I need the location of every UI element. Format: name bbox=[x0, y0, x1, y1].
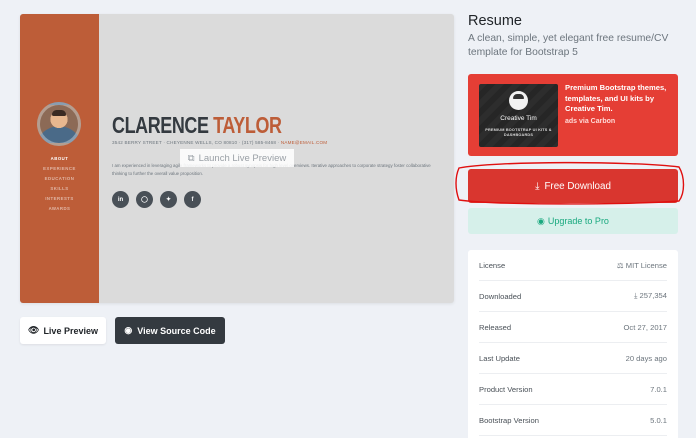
view-source-label: View Source Code bbox=[137, 325, 216, 336]
view-source-button[interactable]: ◉ View Source Code bbox=[115, 317, 225, 344]
stat-label: Last Update bbox=[479, 353, 520, 363]
stat-row-bootstrap-version: Bootstrap Version 5.0.1 bbox=[479, 405, 667, 436]
stat-value: 5.0.1 bbox=[650, 415, 667, 425]
stat-row-product-version: Product Version 7.0.1 bbox=[479, 374, 667, 405]
stat-label: Downloaded bbox=[479, 291, 522, 301]
stat-row-downloaded: Downloaded ⤓ 257,354 bbox=[479, 281, 667, 312]
eye-icon: 👁 bbox=[28, 325, 40, 335]
free-download-button[interactable]: ⤓ Free Download bbox=[468, 169, 678, 203]
external-link-icon: ⧉ bbox=[187, 152, 195, 164]
preview-nav: ABOUT EXPERIENCE EDUCATION SKILLS INTERE… bbox=[20, 154, 99, 214]
upgrade-to-pro-button[interactable]: ◉ Upgrade to Pro bbox=[468, 208, 678, 234]
github-icon: ◉ bbox=[124, 325, 133, 335]
stat-label: Released bbox=[479, 322, 512, 332]
live-preview-label: Live Preview bbox=[43, 325, 98, 336]
ad-text[interactable]: Premium Bootstrap themes, templates, and… bbox=[565, 83, 671, 115]
page-title: Resume bbox=[468, 13, 522, 29]
preview-nav-item: INTERESTS bbox=[45, 196, 74, 201]
linkedin-icon: in bbox=[112, 191, 129, 208]
stat-value: ⤓ 257,354 bbox=[634, 291, 667, 300]
preview-address: 3542 BERRY STREET · CHEYENNE WELLS, CO 8… bbox=[112, 140, 327, 145]
template-description: A clean, simple, yet elegant free resume… bbox=[468, 33, 669, 58]
stat-label: License bbox=[479, 260, 506, 270]
ad-image-tagline: PREMIUM BOOTSTRAP UI KITS & DASHBOARDS bbox=[485, 128, 552, 137]
license-icon: ⚖ bbox=[616, 260, 626, 270]
carbon-ad[interactable]: Creative Tim PREMIUM BOOTSTRAP UI KITS &… bbox=[468, 74, 678, 156]
profile-avatar bbox=[37, 102, 81, 146]
preview-nav-item: EXPERIENCE bbox=[43, 166, 76, 171]
pro-icon: ◉ bbox=[537, 215, 545, 226]
preview-name: CLARENCE TAYLOR bbox=[112, 112, 282, 139]
template-preview[interactable]: ABOUT EXPERIENCE EDUCATION SKILLS INTERE… bbox=[20, 14, 454, 303]
preview-nav-item: AWARDS bbox=[48, 206, 71, 211]
preview-social-links: in ◯ ✦ f bbox=[112, 191, 201, 208]
launch-live-preview-label: Launch Live Preview bbox=[198, 152, 287, 164]
live-preview-button[interactable]: 👁 Live Preview bbox=[20, 317, 106, 344]
preview-email: NAME@EMAIL.COM bbox=[280, 140, 328, 145]
preview-nav-item: SKILLS bbox=[50, 186, 69, 191]
stat-label: Product Version bbox=[479, 384, 533, 394]
template-stats: License ⚖ MIT License Downloaded ⤓ 257,3… bbox=[468, 250, 678, 438]
facebook-icon: f bbox=[184, 191, 201, 208]
ad-logo-icon bbox=[509, 91, 528, 110]
upgrade-to-pro-label: Upgrade to Pro bbox=[547, 216, 609, 226]
preview-name-last: TAYLOR bbox=[213, 112, 282, 138]
preview-address-text: 3542 BERRY STREET · CHEYENNE WELLS, CO 8… bbox=[112, 140, 280, 145]
stat-value: 7.0.1 bbox=[650, 384, 667, 394]
launch-live-preview-button[interactable]: ⧉ Launch Live Preview bbox=[180, 149, 294, 167]
ad-via-link[interactable]: ads via Carbon bbox=[565, 118, 615, 125]
preview-sidebar: ABOUT EXPERIENCE EDUCATION SKILLS INTERE… bbox=[20, 14, 99, 303]
preview-name-first: CLARENCE bbox=[112, 112, 209, 138]
stat-row-released: Released Oct 27, 2017 bbox=[479, 312, 667, 343]
preview-nav-item: EDUCATION bbox=[44, 176, 75, 181]
download-icon: ⤓ bbox=[535, 180, 540, 192]
stat-label: Bootstrap Version bbox=[479, 415, 539, 425]
stat-value: 20 days ago bbox=[625, 353, 667, 363]
stat-value: ⚖ MIT License bbox=[616, 260, 667, 270]
github-icon: ◯ bbox=[136, 191, 153, 208]
stat-row-license: License ⚖ MIT License bbox=[479, 250, 667, 281]
preview-nav-item: ABOUT bbox=[50, 156, 69, 161]
ad-image-brand: Creative Tim bbox=[500, 115, 537, 122]
stat-value: Oct 27, 2017 bbox=[623, 322, 667, 332]
stat-row-last-update: Last Update 20 days ago bbox=[479, 343, 667, 374]
free-download-label: Free Download bbox=[544, 180, 611, 192]
twitter-icon: ✦ bbox=[160, 191, 177, 208]
ad-image[interactable]: Creative Tim PREMIUM BOOTSTRAP UI KITS &… bbox=[479, 84, 558, 147]
